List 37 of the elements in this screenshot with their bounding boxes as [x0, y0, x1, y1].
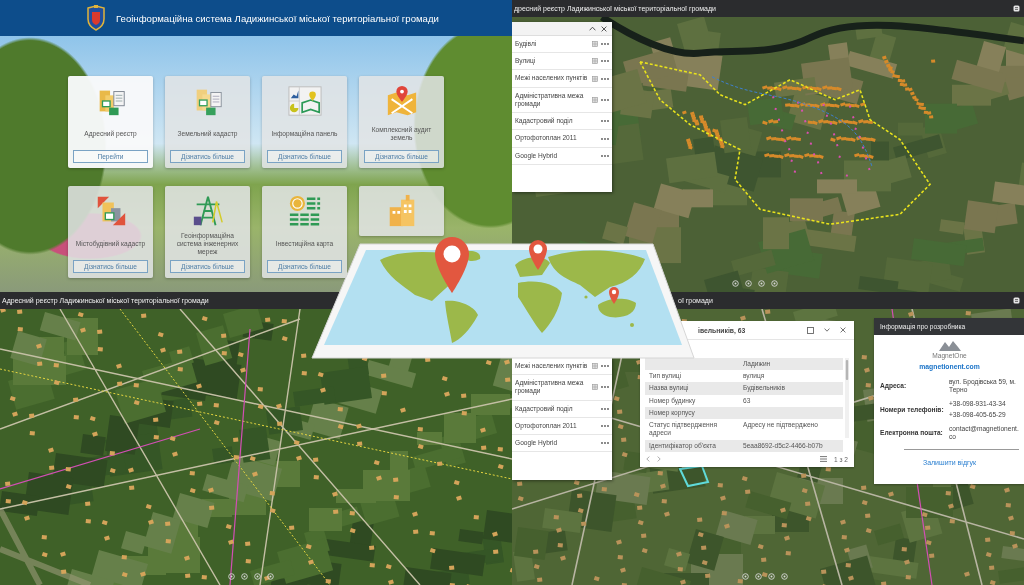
more-icon[interactable]: [601, 98, 609, 101]
chevron-left-icon[interactable]: [646, 456, 650, 463]
legend-icon[interactable]: [592, 58, 598, 65]
more-icon[interactable]: [601, 137, 609, 140]
app-tile[interactable]: [359, 186, 444, 236]
more-icon[interactable]: [601, 154, 609, 157]
satellite-map-placeholder[interactable]: [0, 309, 512, 585]
maximize-icon[interactable]: [807, 326, 814, 334]
close-icon[interactable]: [840, 327, 846, 333]
list-icon[interactable]: [1013, 297, 1020, 304]
legend-icon[interactable]: [592, 363, 598, 370]
portal-title: Геоінформаційна система Ладижинської міської територіальної громади: [116, 12, 439, 24]
more-icon[interactable]: [601, 407, 609, 410]
more-icon[interactable]: [601, 60, 609, 63]
map-pin-icon: [529, 240, 547, 270]
list-icon[interactable]: [1013, 5, 1020, 12]
legend-icon[interactable]: [592, 96, 598, 103]
map-pin-icon: [435, 237, 469, 293]
coin-icon: [287, 194, 322, 228]
chevron-down-icon[interactable]: [824, 328, 830, 332]
crest-icon: [86, 5, 106, 31]
more-icon[interactable]: [601, 386, 609, 389]
chevron-right-icon[interactable]: [657, 456, 661, 463]
dashboard-icon: [287, 84, 322, 118]
more-icon[interactable]: [601, 425, 609, 428]
legend-icon[interactable]: [592, 41, 598, 48]
legend-icon[interactable]: [592, 75, 598, 82]
chevron-up-icon[interactable]: [589, 26, 596, 31]
close-icon[interactable]: [601, 25, 607, 32]
more-icon[interactable]: [601, 365, 609, 368]
more-icon[interactable]: [601, 120, 609, 123]
map-pin-icon: [609, 287, 619, 304]
legend-icon[interactable]: [592, 384, 598, 391]
more-icon[interactable]: [601, 43, 609, 46]
more-icon[interactable]: [601, 77, 609, 80]
more-icon[interactable]: [601, 442, 609, 445]
logo-icon: [937, 340, 962, 351]
